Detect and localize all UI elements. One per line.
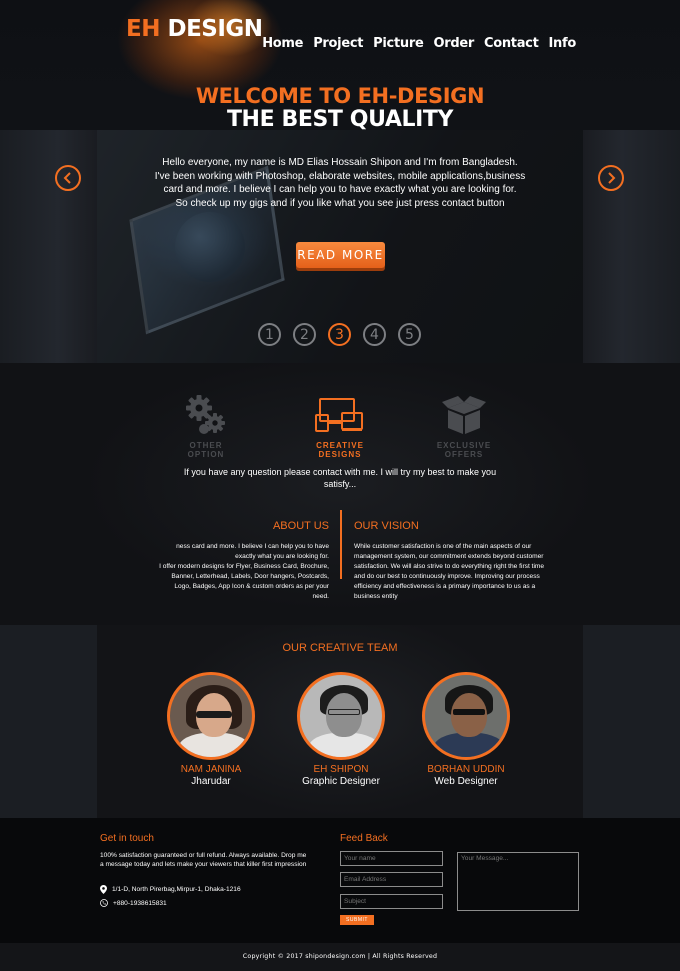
features-description: If you have any question please contact … (183, 467, 497, 489)
feature-label-line: OFFERS (444, 450, 484, 459)
slider-next-button[interactable] (598, 165, 624, 191)
about-line: Banner, Letterhead, Labels, Door hangers… (171, 573, 329, 581)
our-vision-text: While customer satisfaction is one of th… (354, 542, 554, 603)
hero-subtitle: THE BEST QUALITY (226, 107, 454, 132)
slide-dot-5[interactable]: 5 (398, 323, 421, 346)
about-line: need. (312, 593, 329, 601)
get-in-touch-line: 100% satisfaction guaranteed or full ref… (100, 852, 307, 859)
nav-home[interactable]: Home (262, 36, 303, 51)
get-in-touch-title: Get in touch (100, 833, 154, 844)
feature-label-line: OPTION (187, 450, 225, 459)
get-in-touch-line: a message today and lets make your viewe… (100, 861, 307, 868)
footer: Get in touch 100% satisfaction guarantee… (0, 818, 680, 943)
vision-line: and do our best to continuously improve.… (354, 573, 540, 581)
about-us-text: ness card and more. I believe I can help… (150, 542, 329, 603)
feature-label-line: OTHER (189, 441, 223, 450)
hero-intro-line: Hello everyone, my name is MD Elias Hoss… (162, 157, 518, 168)
member-role: Graphic Designer (302, 776, 380, 787)
feature-label-line: EXCLUSIVE (436, 441, 492, 450)
nav-order[interactable]: Order (433, 36, 474, 51)
logo-design: DESIGN (167, 16, 263, 42)
vision-line: While customer satisfaction is one of th… (354, 543, 532, 550)
email-field[interactable] (340, 872, 443, 887)
chevron-left-icon (63, 172, 71, 184)
feature-creative-designs[interactable]: CREATIVE DESIGNS (285, 393, 395, 459)
vision-line: satisfaction. We will also strive to do … (354, 563, 545, 571)
hero-intro-line: card and more. I believe I can help you … (163, 184, 517, 195)
nav-picture[interactable]: Picture (373, 36, 424, 51)
gears-icon (186, 395, 225, 434)
team-title: OUR CREATIVE TEAM (282, 642, 398, 654)
member-name: BORHAN UDDIN (427, 764, 505, 775)
hero-intro: Hello everyone, my name is MD Elias Hoss… (140, 156, 540, 210)
about-line: ness card and more. I believe I can help… (176, 543, 329, 550)
phone-line: +880-1938615831 (100, 899, 167, 907)
slide-dot-2[interactable]: 2 (293, 323, 316, 346)
logo-eh: EH (126, 16, 160, 42)
phone-icon (100, 899, 108, 907)
about-line: Logo, Badges, App Icon & custom orders a… (174, 583, 329, 591)
vision-line: management system, our commitment extend… (354, 553, 544, 561)
feature-other-option[interactable]: OTHER OPTION (151, 393, 261, 459)
nav-contact[interactable]: Contact (484, 36, 539, 51)
section-divider (340, 510, 342, 579)
message-field[interactable] (457, 852, 579, 911)
subject-field[interactable] (340, 894, 443, 909)
nav-project[interactable]: Project (313, 36, 363, 51)
team-section: OUR CREATIVE TEAM NAM JANINA Jharudar EH… (0, 625, 680, 818)
devices-icon (315, 398, 363, 432)
about-us-title: ABOUT US (272, 520, 329, 532)
page: EH DESIGN Home Project Picture Order Con… (0, 0, 680, 971)
member-name: EH SHIPON (313, 764, 369, 775)
our-vision-title: OUR VISION (354, 520, 419, 532)
team-member-card[interactable]: EH SHIPON Graphic Designer (281, 672, 401, 787)
address-line: 1/1-D, North Pirerbag,Mirpur-1, Dhaka-12… (100, 885, 241, 894)
slider-pagination: 1 2 3 4 5 (258, 323, 421, 346)
site-logo[interactable]: EH DESIGN (126, 16, 263, 42)
hero-section: EH DESIGN Home Project Picture Order Con… (0, 0, 680, 363)
avatar (167, 672, 255, 760)
about-line: I offer modern designs for Flyer, Busine… (159, 563, 329, 571)
team-member-card[interactable]: BORHAN UDDIN Web Designer (406, 672, 526, 787)
copyright: Copyright © 2017 shipondesign.com | All … (0, 943, 680, 971)
member-role: Web Designer (434, 776, 498, 787)
hero-intro-line: So check up my gigs and if you like what… (175, 197, 505, 209)
chevron-right-icon (608, 172, 616, 184)
main-nav: Home Project Picture Order Contact Info (262, 36, 576, 51)
name-field[interactable] (340, 851, 443, 866)
slide-dot-4[interactable]: 4 (363, 323, 386, 346)
member-role: Jharudar (191, 776, 231, 787)
feature-exclusive-offers[interactable]: EXCLUSIVE OFFERS (409, 393, 519, 459)
hero-title: WELCOME TO EH-DESIGN (195, 84, 485, 108)
nav-info[interactable]: Info (549, 36, 577, 51)
phone-text: +880-1938615831 (113, 899, 167, 907)
slider-prev-button[interactable] (55, 165, 81, 191)
feedback-title: Feed Back (340, 833, 388, 844)
hero-intro-line: I've been working with Photoshop, elabor… (154, 170, 526, 182)
hero-side-panel-left (0, 130, 97, 363)
location-pin-icon (100, 885, 107, 894)
slide-dot-1[interactable]: 1 (258, 323, 281, 346)
feature-label-line: DESIGNS (318, 450, 362, 459)
submit-button[interactable]: SUBMIT (340, 915, 374, 925)
member-name: NAM JANINA (180, 764, 242, 775)
box-icon (442, 396, 486, 434)
address-text: 1/1-D, North Pirerbag,Mirpur-1, Dhaka-12… (112, 886, 241, 893)
vision-line: efficiency and effectiveness is a primar… (354, 583, 536, 591)
get-in-touch-text: 100% satisfaction guaranteed or full ref… (100, 851, 320, 869)
feature-label-line: CREATIVE (316, 441, 364, 450)
vision-line: business entity (354, 593, 398, 601)
avatar (422, 672, 510, 760)
hero-side-panel-right (583, 130, 680, 363)
team-member-card[interactable]: NAM JANINA Jharudar (151, 672, 271, 787)
read-more-button[interactable]: READ MORE (296, 242, 385, 268)
slide-dot-3[interactable]: 3 (328, 323, 351, 346)
avatar (297, 672, 385, 760)
about-line: exactly what you are looking for. (235, 553, 329, 561)
features-section: OTHER OPTION CREATIVE DESIGNS EXCLUSIVE … (0, 363, 680, 625)
